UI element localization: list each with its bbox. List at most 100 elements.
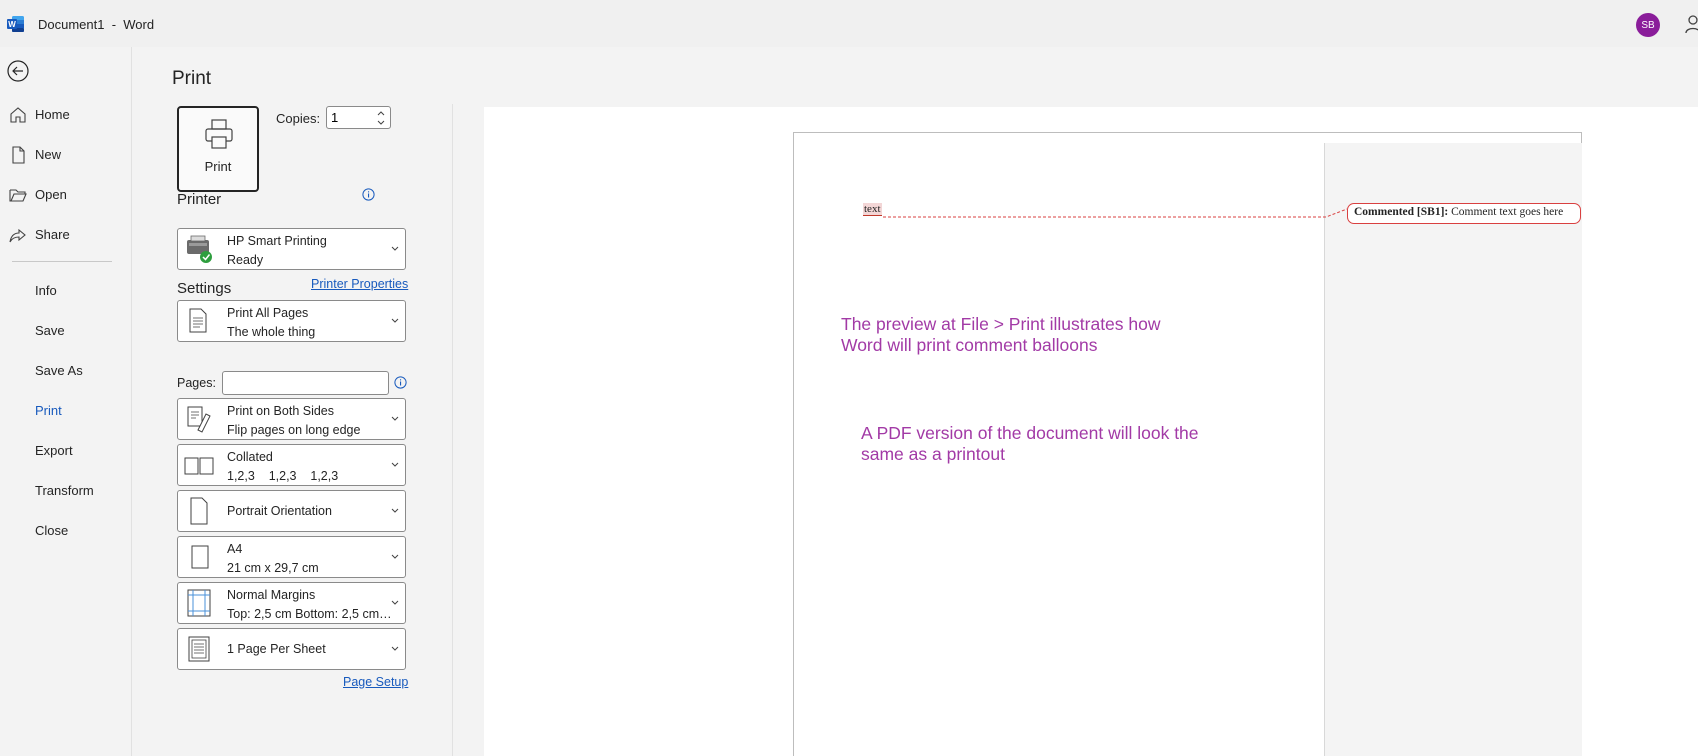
svg-text:W: W [8,20,16,29]
title-bar: W Document1 - Word SB [0,0,1698,47]
duplex-icon [187,406,211,433]
pane-divider [452,104,453,756]
chevron-down-icon [391,646,399,651]
orientation-title: Portrait Orientation [227,504,332,518]
chevron-up-icon[interactable] [376,109,386,118]
nav-print[interactable]: Print [0,393,131,427]
new-document-icon [12,146,25,164]
preview-note-1-line-2: Word will print comment balloons [841,335,1098,355]
word-logo-icon: W [7,16,24,32]
nav-label: Close [35,522,69,538]
nav-transform[interactable]: Transform [0,473,131,507]
nav-close[interactable]: Close [0,513,131,547]
print-range-title: Print All Pages [227,306,309,320]
duplex-subtitle: Flip pages on long edge [227,423,361,437]
comment-author-label: Commented [SB1]: [1354,206,1449,218]
paper-size-dropdown[interactable]: A4 21 cm x 29,7 cm [177,536,406,578]
pages-label: Pages: [177,376,216,390]
pages-icon [189,308,207,333]
preview-note-1: The preview at File > Print illustrates … [841,314,1161,356]
info-icon[interactable] [362,188,375,201]
collation-subtitle: 1,2,3 1,2,3 1,2,3 [227,469,339,483]
settings-heading: Settings [177,280,232,297]
nav-save-as[interactable]: Save As [0,353,131,387]
chevron-down-icon [391,416,399,421]
markup-area [1324,143,1582,756]
chevron-down-icon [391,600,399,605]
backstage-nav: Home New Open Share Info Save Save As Pr… [0,47,132,756]
copies-input[interactable] [331,109,371,126]
orientation-dropdown[interactable]: Portrait Orientation [177,490,406,532]
print-range-subtitle: The whole thing [227,325,316,339]
nav-home[interactable]: Home [0,97,131,131]
portrait-page-icon [190,497,208,525]
print-range-dropdown[interactable]: Print All Pages The whole thing [177,300,406,342]
collation-title: Collated [227,450,273,464]
share-icon [9,228,26,243]
nav-save[interactable]: Save [0,313,131,347]
nav-label: Home [35,106,70,122]
paper-size-subtitle: 21 cm x 29,7 cm [227,561,319,575]
nav-label: New [35,146,62,162]
printer-dropdown[interactable]: HP Smart Printing Ready [177,228,406,270]
nav-label: Open [35,186,67,202]
preview-note-2: A PDF version of the document will look … [861,423,1199,465]
nav-export[interactable]: Export [0,433,131,467]
margins-dropdown[interactable]: Normal Margins Top: 2,5 cm Bottom: 2,5 c… [177,582,406,624]
nav-label: Save As [35,362,83,378]
preview-page: text Commented [SB1]: Comment text goes … [793,132,1582,756]
nav-info[interactable]: Info [0,273,131,307]
nav-label: Info [35,282,57,298]
page-setup-link[interactable]: Page Setup [343,675,408,689]
home-icon [10,107,26,123]
collated-icon [184,457,214,475]
folder-icon [9,189,27,202]
pages-per-sheet-dropdown[interactable]: 1 Page Per Sheet [177,628,406,670]
nav-label: Share [35,226,70,242]
printer-ready-icon [187,235,212,263]
copies-label: Copies: [276,111,321,126]
avatar[interactable]: SB [1636,13,1660,37]
window-title: Document1 - Word [38,17,155,32]
print-settings-pane: Print Print Copies: Printer HP Smart Pri… [132,47,452,756]
preview-note-2-line-1: A PDF version of the document will look … [861,423,1199,443]
chevron-down-icon[interactable] [376,118,386,127]
paper-size-title: A4 [227,542,243,556]
printer-heading: Printer [177,191,222,208]
page-per-sheet-icon [188,636,210,662]
page-title: Print [172,68,212,89]
nav-label: Export [35,442,73,458]
collation-dropdown[interactable]: Collated 1,2,3 1,2,3 1,2,3 [177,444,406,486]
chevron-down-icon [391,554,399,559]
printer-icon [205,119,233,149]
printer-name: HP Smart Printing [227,234,327,248]
preview-note-2-line-2: same as a printout [861,444,1005,464]
print-button-label: Print [204,159,232,174]
preview-note-1-line-1: The preview at File > Print illustrates … [841,314,1161,334]
chevron-down-icon [391,508,399,513]
duplex-title: Print on Both Sides [227,404,335,418]
commented-text: text [863,203,882,216]
back-arrow-icon[interactable] [6,59,30,83]
chevron-down-icon [391,318,399,323]
margins-icon [187,589,211,617]
nav-label: Transform [35,482,94,498]
nav-label: Save [35,322,65,338]
nav-new[interactable]: New [0,137,131,171]
nav-divider [12,261,112,262]
printer-status: Ready [227,253,264,267]
comment-text: Comment text goes here [1448,206,1564,218]
info-icon[interactable] [394,376,407,389]
nav-label: Print [35,402,62,418]
printer-properties-link[interactable]: Printer Properties [311,277,408,291]
person-icon[interactable] [1683,14,1698,34]
pages-input[interactable] [222,371,389,395]
nav-share[interactable]: Share [0,217,131,251]
margins-title: Normal Margins [227,588,316,602]
comment-balloon: Commented [SB1]: Comment text goes here [1347,203,1581,224]
print-button[interactable]: Print [177,106,259,192]
nav-open[interactable]: Open [0,177,131,211]
chevron-down-icon [391,462,399,467]
copies-stepper[interactable] [326,106,391,129]
duplex-dropdown[interactable]: Print on Both Sides Flip pages on long e… [177,398,406,440]
